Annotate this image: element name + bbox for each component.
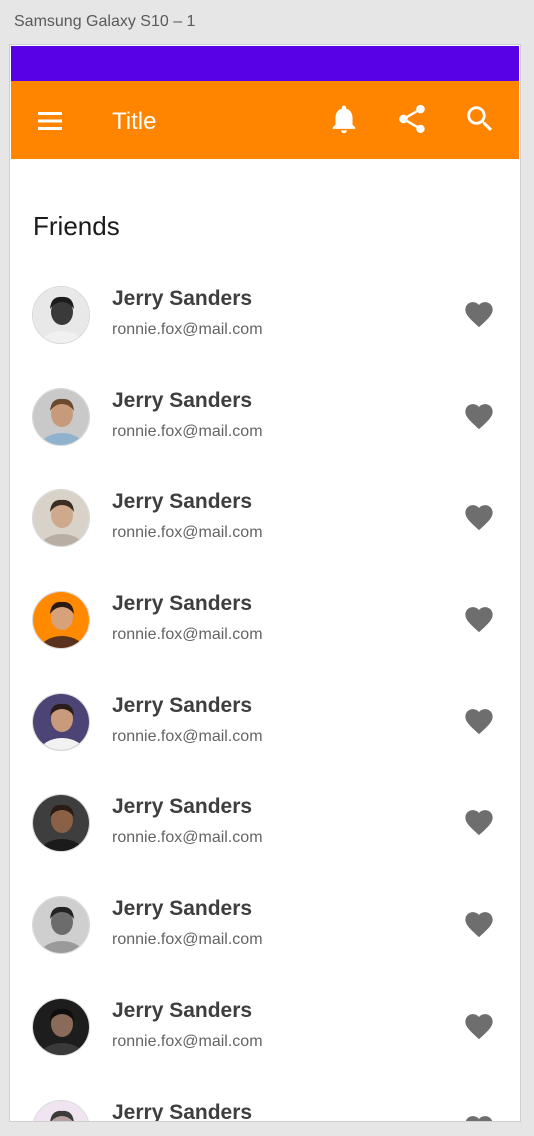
friend-name: Jerry Sanders <box>112 1100 253 1122</box>
friend-name: Jerry Sanders <box>112 693 253 717</box>
app-bar: Title <box>11 81 519 159</box>
friend-name: Jerry Sanders <box>112 388 253 412</box>
friend-email: ronnie.fox@mail.com <box>112 727 263 745</box>
friend-name: Jerry Sanders <box>112 287 253 310</box>
friend-email: ronnie.fox@mail.com <box>112 931 263 949</box>
list-item[interactable]: Jerry Sanders ronnie.fox@mail.com <box>10 360 520 462</box>
section-title-friends: Friends <box>33 211 120 241</box>
app-title: Title <box>112 108 157 135</box>
avatar <box>32 591 90 650</box>
friend-name: Jerry Sanders <box>112 592 253 616</box>
friend-email: ronnie.fox@mail.com <box>112 626 263 644</box>
friend-name: Jerry Sanders <box>112 490 253 514</box>
friend-name: Jerry Sanders <box>112 795 253 819</box>
list-item[interactable]: Jerry Sanders ronnie.fox@mail.com <box>10 258 520 360</box>
heart-icon[interactable] <box>462 908 496 938</box>
list-item[interactable]: Jerry Sanders ronnie.fox@mail.com <box>10 766 520 868</box>
friends-list: Jerry Sanders ronnie.fox@mail.com Jerry Sa… <box>10 258 520 1121</box>
heart-icon[interactable] <box>462 705 496 735</box>
friend-email: ronnie.fox@mail.com <box>112 321 263 338</box>
heart-icon[interactable] <box>462 298 496 328</box>
friend-email: ronnie.fox@mail.com <box>112 422 263 440</box>
avatar <box>32 997 90 1056</box>
list-item[interactable]: Jerry Sanders ronnie.fox@mail.com <box>10 868 520 970</box>
heart-icon[interactable] <box>462 400 496 430</box>
heart-icon[interactable] <box>462 1010 496 1040</box>
friend-name: Jerry Sanders <box>112 897 253 921</box>
search-icon[interactable] <box>463 102 497 136</box>
avatar <box>32 794 90 853</box>
friend-email: ronnie.fox@mail.com <box>112 829 263 847</box>
friend-name: Jerry Sanders <box>112 998 253 1022</box>
bell-icon[interactable] <box>327 102 361 136</box>
heart-icon[interactable] <box>462 501 496 531</box>
status-bar <box>11 46 519 81</box>
avatar <box>32 286 90 344</box>
artboard-label: Samsung Galaxy S10 – 1 <box>14 13 196 30</box>
phone-screen: Title Friends Jerry Sanders ronnie.fox@ma… <box>10 45 520 1121</box>
list-item[interactable]: Jerry Sanders ronnie.fox@mail.com <box>10 563 520 665</box>
avatar <box>32 896 90 955</box>
list-item[interactable]: Jerry Sanders ronnie.fox@mail.com <box>10 970 520 1072</box>
avatar <box>32 1099 90 1121</box>
avatar <box>32 489 90 548</box>
avatar <box>32 387 90 446</box>
share-icon[interactable] <box>395 102 429 136</box>
friend-email: ronnie.fox@mail.com <box>112 1032 263 1050</box>
heart-icon[interactable] <box>462 1112 496 1121</box>
list-item[interactable]: Jerry Sanders ronnie.fox@mail.com <box>10 665 520 767</box>
list-item[interactable]: Jerry Sandersronnie.fox@mail.com <box>10 1072 520 1122</box>
heart-icon[interactable] <box>462 806 496 836</box>
menu-icon[interactable] <box>35 106 65 136</box>
avatar <box>32 692 90 751</box>
friend-email: ronnie.fox@mail.com <box>112 524 263 542</box>
heart-icon[interactable] <box>462 603 496 633</box>
list-item[interactable]: Jerry Sanders ronnie.fox@mail.com <box>10 461 520 563</box>
